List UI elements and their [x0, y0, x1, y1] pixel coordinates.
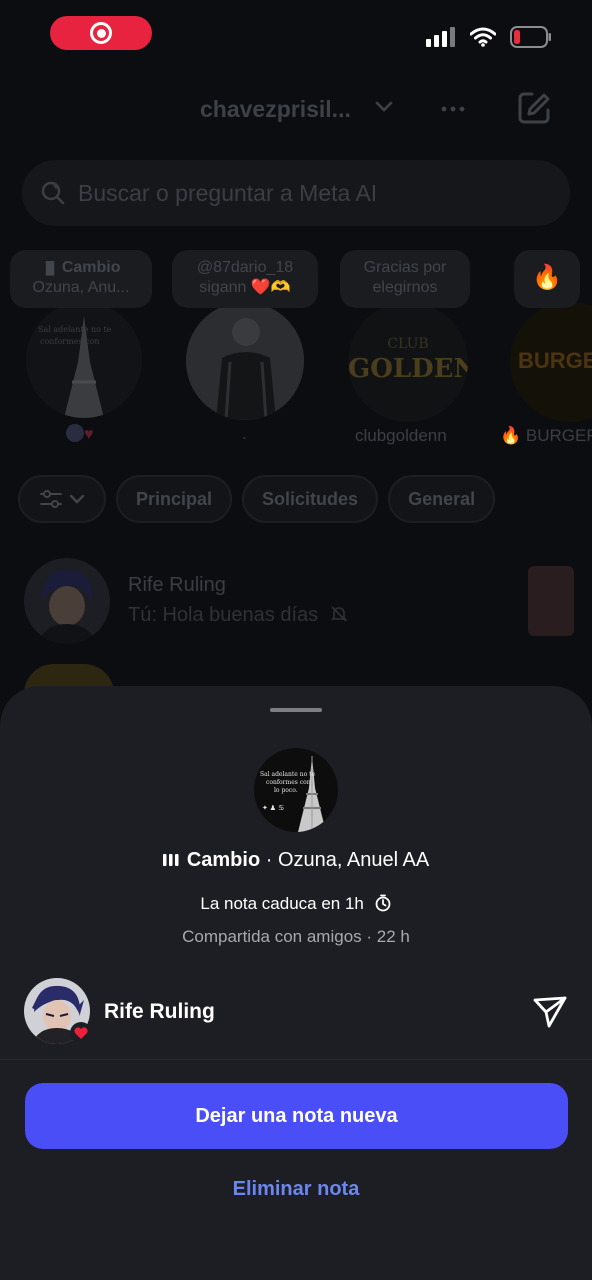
chat-media-thumbnail[interactable]	[528, 566, 574, 636]
chat-preview: Tú: Hola buenas días	[128, 604, 348, 627]
divider	[0, 1059, 592, 1060]
battery-icon	[510, 26, 551, 48]
more-options-icon[interactable]	[438, 94, 468, 124]
note-reactions: ♥	[66, 424, 94, 444]
chat-name: Rife Ruling	[128, 574, 226, 596]
note-song[interactable]: Cambio · Ozuna, Anuel AA	[0, 849, 592, 872]
music-bars-icon	[162, 854, 179, 866]
chevron-down-icon	[69, 494, 85, 504]
song-title: Cambio	[186, 849, 261, 871]
svg-text:lo poco.: lo poco.	[274, 787, 298, 794]
leave-new-note-button[interactable]: Dejar una nota nueva	[25, 1083, 568, 1149]
notes-tray: Sal adelante no te conformes con ▐▌ Camb…	[0, 246, 592, 456]
note-bubble: 🔥	[514, 250, 580, 308]
tab-principal[interactable]: Principal	[116, 475, 233, 523]
note-bubble: ▐▌ Cambio Ozuna, Anu...	[10, 250, 152, 308]
tab-general[interactable]: General	[388, 475, 496, 523]
meta-ai-search-icon	[41, 181, 65, 205]
note-owner-row: Rife Ruling	[24, 978, 574, 1046]
svg-text:Sal adelante no te: Sal adelante no te	[260, 771, 316, 778]
tab-solicitudes[interactable]: Solicitudes	[242, 475, 379, 523]
heart-icon	[70, 1022, 92, 1044]
svg-text:conformes con: conformes con	[266, 779, 311, 786]
chat-avatar	[24, 558, 110, 644]
note-details-sheet: Sal adelante no te conformes con lo poco…	[0, 686, 592, 1280]
sheet-grabber[interactable]	[270, 708, 322, 712]
inbox-header: chavezprisil...	[0, 82, 592, 138]
note-avatar: CLUB GOLDEN	[348, 302, 468, 422]
record-icon	[90, 22, 112, 44]
status-bar	[0, 0, 592, 70]
song-artist: · Ozuna, Anuel AA	[265, 849, 430, 871]
note-photo: Sal adelante no te conformes con lo poco…	[254, 748, 338, 832]
filter-chips: Principal Solicitudes General	[18, 475, 496, 523]
account-switcher[interactable]: chavezprisil...	[200, 96, 351, 123]
note-item[interactable]: BURGE 🔥 🔥 BURGER	[500, 246, 592, 456]
note-avatar	[186, 302, 304, 420]
new-message-icon[interactable]	[516, 90, 552, 126]
filter-button[interactable]	[18, 475, 106, 523]
note-username: .	[242, 424, 247, 443]
search-placeholder: Buscar o preguntar a Meta AI	[78, 179, 378, 206]
search-input[interactable]: Buscar o preguntar a Meta AI	[22, 160, 570, 226]
note-audience: Compartida con amigos · 22 h	[182, 927, 410, 946]
svg-text:Sal adelante no te: Sal adelante no te	[38, 325, 112, 334]
note-bubble: Gracias por elegirnos	[340, 250, 470, 308]
svg-text:conformes con: conformes con	[40, 337, 99, 346]
owner-name: Rife Ruling	[104, 1000, 215, 1023]
send-icon[interactable]	[532, 994, 568, 1030]
note-expiry: La nota caduca en 1h	[0, 894, 592, 914]
note-username: 🔥 BURGER	[500, 426, 592, 445]
svg-text:✦ ♟ ♋: ✦ ♟ ♋	[262, 804, 284, 812]
delete-note-button[interactable]: Eliminar nota	[0, 1178, 592, 1201]
timer-icon	[375, 894, 391, 912]
signal-icon	[426, 27, 455, 47]
screen-recording-indicator[interactable]	[50, 16, 152, 50]
note-bubble: @87dario_18 sigann ❤️🫶	[172, 250, 318, 308]
chevron-down-icon[interactable]	[374, 100, 394, 114]
note-avatar: Sal adelante no te conformes con	[26, 302, 142, 418]
note-avatar: BURGE	[510, 302, 592, 422]
wifi-icon	[470, 27, 496, 47]
muted-bell-icon	[330, 606, 347, 622]
note-username: clubgoldenn	[355, 426, 447, 445]
sliders-icon	[40, 490, 62, 508]
chat-list-item[interactable]: Rife Ruling Tú: Hola buenas días	[24, 558, 584, 644]
